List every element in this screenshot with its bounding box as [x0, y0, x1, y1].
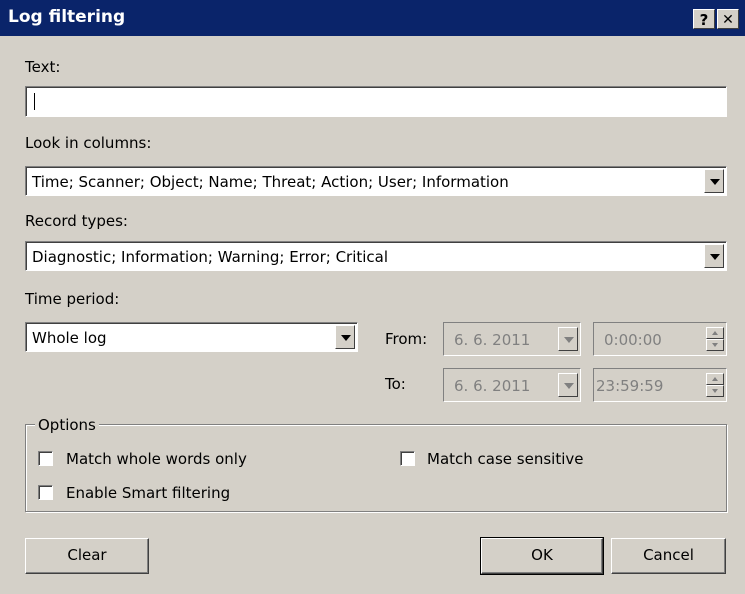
columns-label: Look in columns: — [25, 134, 152, 152]
smart-filtering-checkbox[interactable] — [38, 485, 53, 500]
from-label: From: — [385, 330, 428, 348]
to-time-spin-up-icon[interactable] — [706, 373, 724, 385]
ok-button[interactable]: OK — [480, 537, 604, 575]
match-whole-words-checkbox[interactable] — [38, 451, 53, 466]
match-case-label[interactable]: Match case sensitive — [427, 450, 583, 468]
from-time-spin-down-icon[interactable] — [706, 339, 724, 351]
columns-value: Time; Scanner; Object; Name; Threat; Act… — [32, 173, 509, 191]
clear-button[interactable]: Clear — [25, 538, 149, 574]
from-time-field[interactable]: 0:00:00 — [593, 322, 727, 356]
columns-combobox[interactable]: Time; Scanner; Object; Name; Threat; Act… — [25, 166, 727, 196]
from-time-value: 0:00:00 — [604, 331, 662, 349]
text-input[interactable] — [25, 86, 727, 117]
record-types-value: Diagnostic; Information; Warning; Error;… — [32, 248, 389, 266]
time-period-label: Time period: — [25, 290, 120, 308]
from-date-picker[interactable]: 6. 6. 2011 — [443, 322, 581, 356]
smart-filtering-label[interactable]: Enable Smart filtering — [66, 484, 230, 502]
time-period-value: Whole log — [32, 329, 107, 347]
cancel-button[interactable]: Cancel — [611, 538, 726, 574]
options-group-title: Options — [35, 416, 99, 434]
text-cursor — [34, 93, 35, 110]
to-date-dropdown-arrow-icon[interactable] — [558, 373, 578, 397]
text-label: Text: — [25, 58, 61, 76]
time-period-dropdown-arrow-icon[interactable] — [335, 325, 355, 349]
record-types-combobox[interactable]: Diagnostic; Information; Warning; Error;… — [25, 241, 727, 271]
to-date-picker[interactable]: 6. 6. 2011 — [443, 368, 581, 402]
to-label: To: — [385, 375, 406, 393]
record-types-label: Record types: — [25, 212, 128, 230]
window-title: Log filtering — [8, 7, 126, 27]
to-date-value: 6. 6. 2011 — [454, 377, 531, 395]
match-case-checkbox[interactable] — [400, 451, 415, 466]
time-period-combobox[interactable]: Whole log — [25, 322, 358, 352]
record-types-dropdown-arrow-icon[interactable] — [704, 244, 724, 268]
columns-dropdown-arrow-icon[interactable] — [704, 169, 724, 193]
from-date-value: 6. 6. 2011 — [454, 331, 531, 349]
close-button[interactable]: ✕ — [717, 9, 739, 29]
to-time-field[interactable]: 23:59:59 — [593, 368, 727, 402]
from-time-spin-up-icon[interactable] — [706, 327, 724, 339]
to-time-spin-down-icon[interactable] — [706, 385, 724, 397]
help-button[interactable]: ? — [693, 9, 715, 29]
to-time-value: 23:59:59 — [596, 377, 664, 395]
from-date-dropdown-arrow-icon[interactable] — [558, 327, 578, 351]
match-whole-words-label[interactable]: Match whole words only — [66, 450, 247, 468]
